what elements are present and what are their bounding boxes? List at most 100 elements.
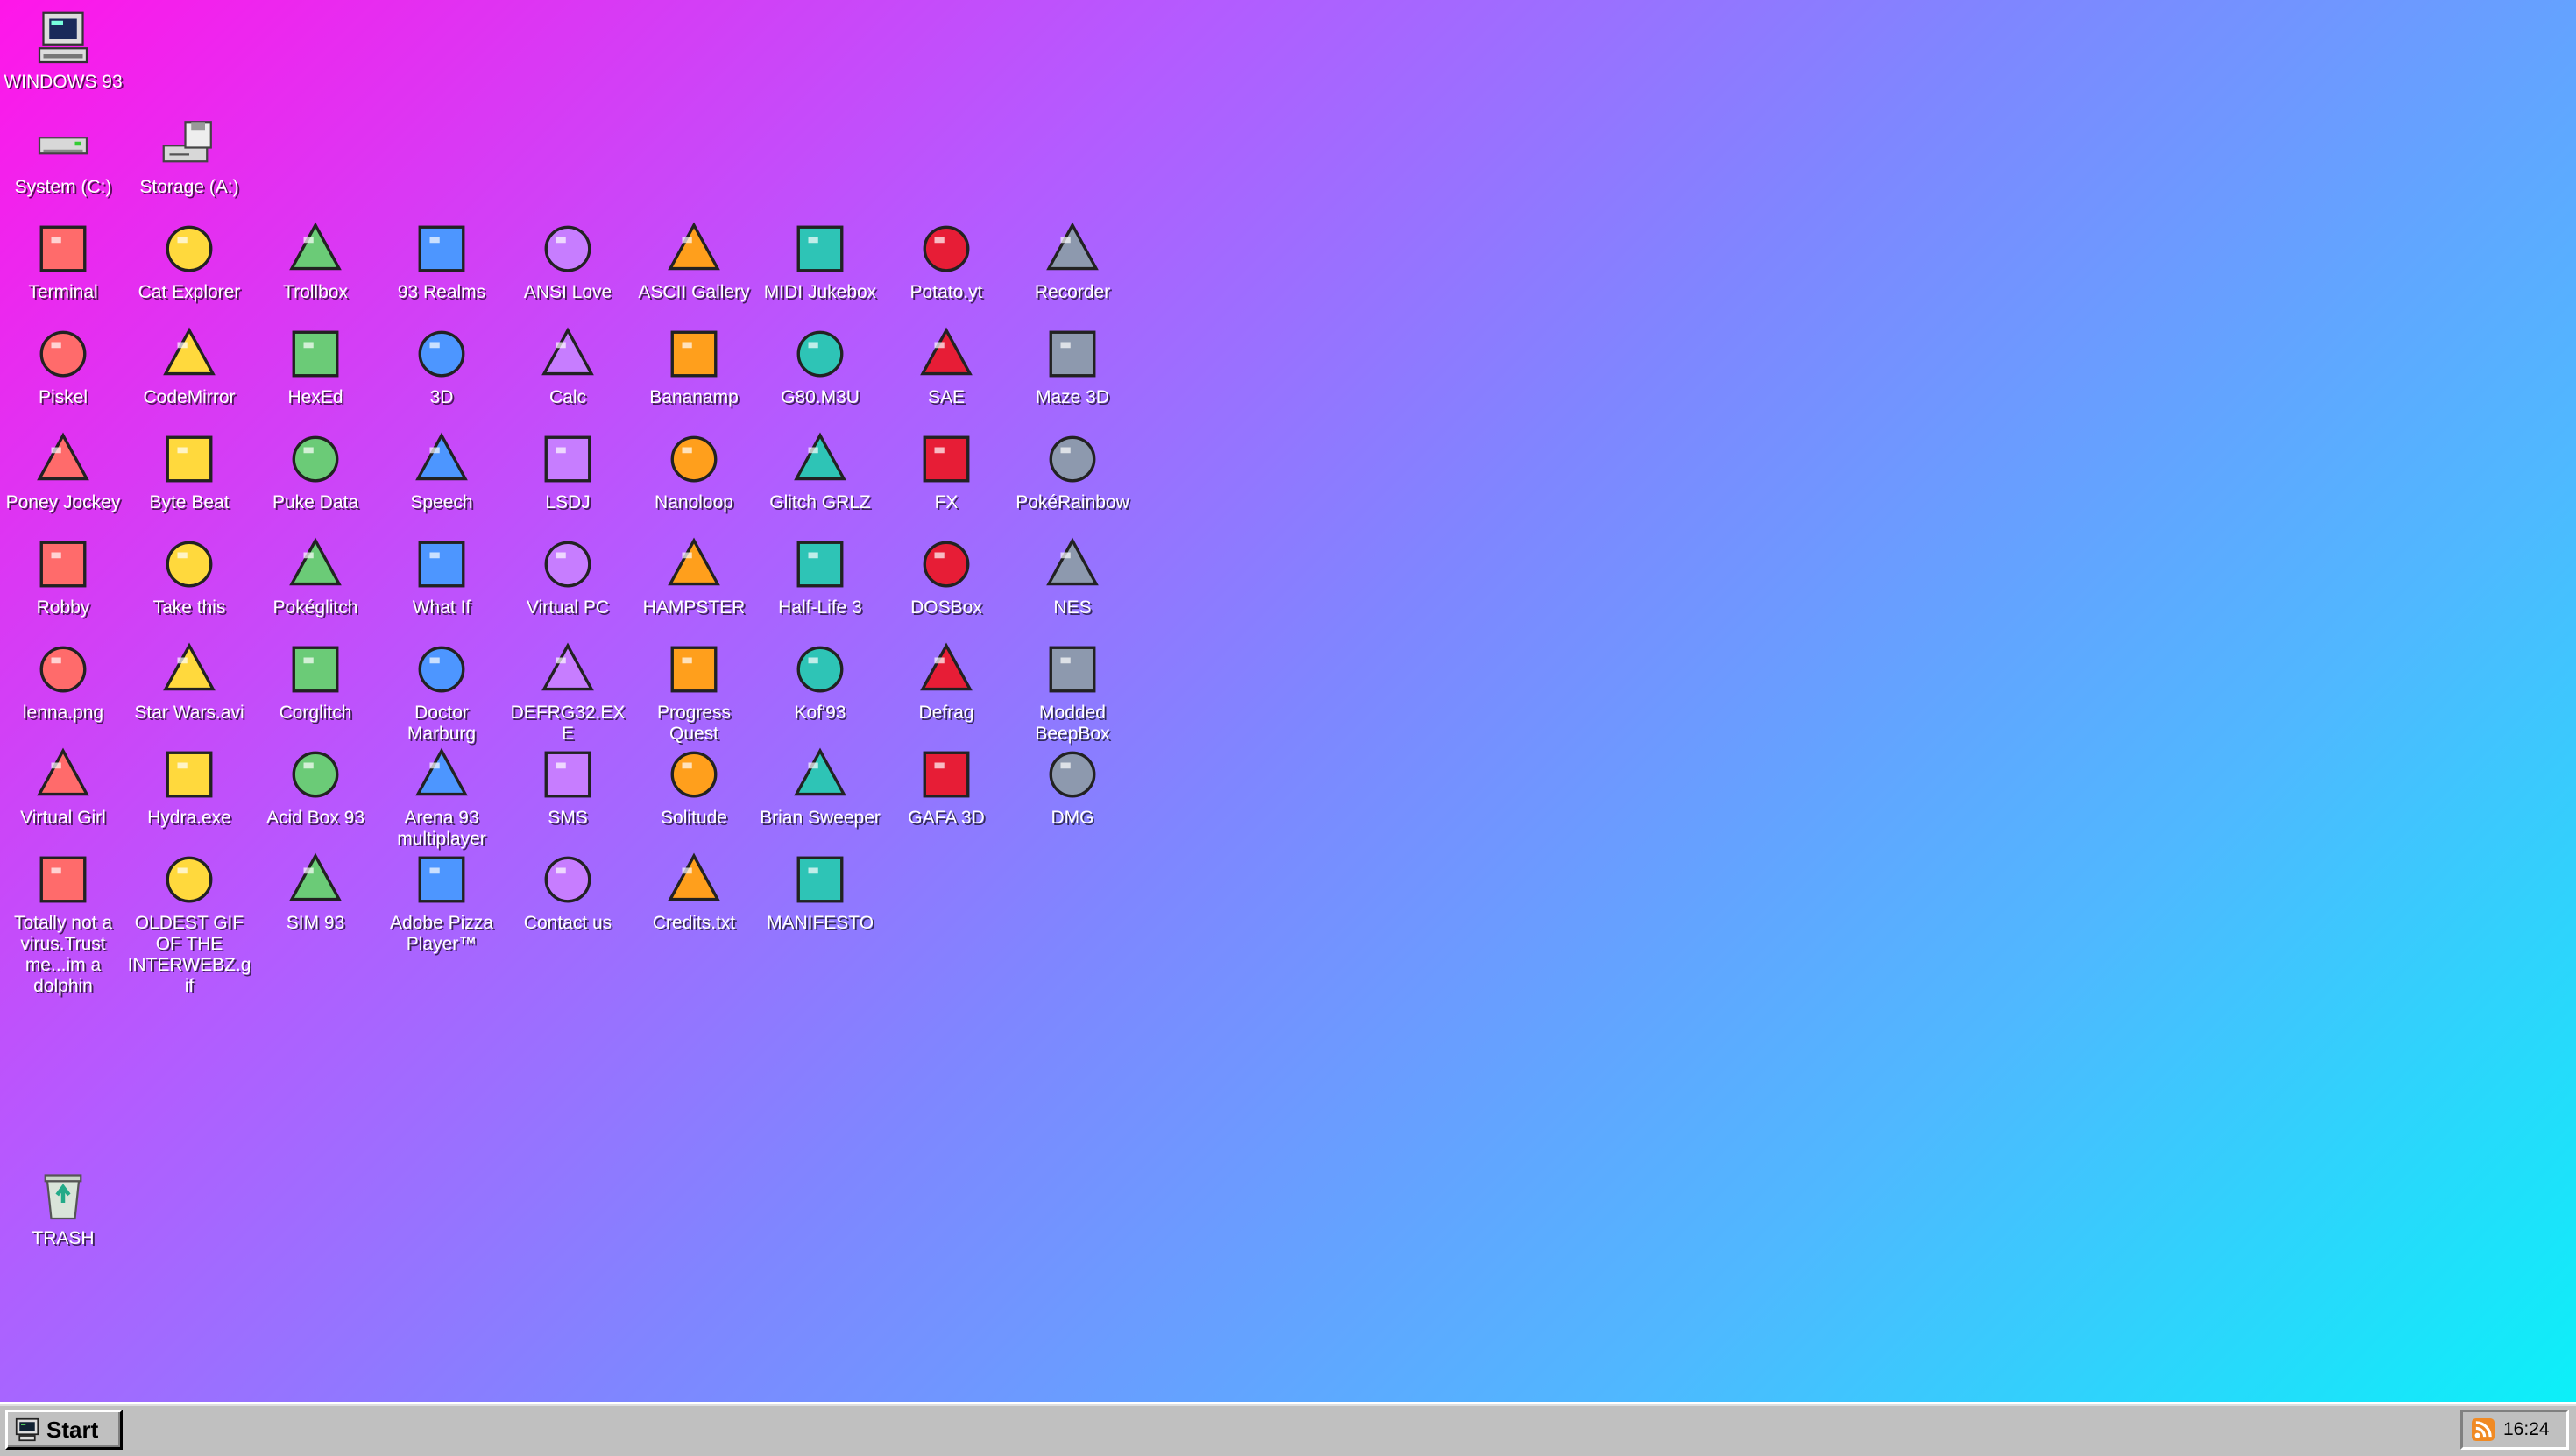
desktop-icon-solitude[interactable]: Solitude — [631, 743, 757, 829]
desktop-icon-93-realms[interactable]: 93 Realms — [379, 217, 505, 303]
icon-label: Trollbox — [283, 282, 348, 302]
desktop-icon-trash[interactable]: TRASH — [0, 1163, 126, 1249]
half-life-3-icon — [796, 541, 844, 588]
desktop-icon-bananamp[interactable]: Bananamp — [631, 322, 757, 408]
desktop-icon-corglitch[interactable]: Corglitch — [252, 638, 379, 724]
start-button[interactable]: Start — [5, 1410, 123, 1450]
terminal-icon — [39, 225, 87, 272]
desktop-icon-progress-quest[interactable]: Progress Quest — [631, 638, 757, 745]
desktop-icon-hampster[interactable]: HAMPSTER — [631, 533, 757, 618]
desktop-icon-virtual-girl[interactable]: Virtual Girl — [0, 743, 126, 829]
icon-label: 93 Realms — [397, 282, 486, 302]
desktop-icon-star-wars-avi[interactable]: Star Wars.avi — [126, 638, 252, 724]
desktop-icon-virtual-pc[interactable]: Virtual PC — [505, 533, 631, 618]
icon-label: Nanoloop — [655, 492, 733, 512]
desktop-icon-poney-jockey[interactable]: Poney Jockey — [0, 428, 126, 513]
desktop-icon-ascii-gallery[interactable]: ASCII Gallery — [631, 217, 757, 303]
desktop-icon-pok-rainbow[interactable]: PokéRainbow — [1009, 428, 1136, 513]
desktop-icon-half-life-3[interactable]: Half-Life 3 — [757, 533, 883, 618]
arena-93-multiplayer-icon — [415, 747, 468, 796]
desktop-icon-pok-glitch[interactable]: Pokéglitch — [252, 533, 379, 618]
desktop-icon-windows-93[interactable]: WINDOWS 93 — [0, 7, 126, 93]
desktop-icon-robby[interactable]: Robby — [0, 533, 126, 618]
desktop-icon-take-this[interactable]: Take this — [126, 533, 252, 618]
desktop-icon-hexed[interactable]: HexEd — [252, 322, 379, 408]
desktop-icon-cat-explorer[interactable]: Cat Explorer — [126, 217, 252, 303]
desktop-icon-gafa-3d[interactable]: GAFA 3D — [883, 743, 1009, 829]
desktop-icon-totally-not-a-virus-trust-me-im-a-dolphin[interactable]: Totally not a virus.Trust me...im a dolp… — [0, 848, 126, 997]
desktop-icon-storage-a[interactable]: Storage (A:) — [126, 112, 252, 198]
desktop-icon-potato-yt[interactable]: Potato.yt — [883, 217, 1009, 303]
desktop-icon-nanoloop[interactable]: Nanoloop — [631, 428, 757, 513]
desktop-icon-credits-txt[interactable]: Credits.txt — [631, 848, 757, 934]
nanoloop-icon — [670, 435, 718, 483]
desktop-icon-speech[interactable]: Speech — [379, 428, 505, 513]
desktop-icon-brian-sweeper[interactable]: Brian Sweeper — [757, 743, 883, 829]
icon-label: Contact us — [523, 913, 612, 933]
sae-icon — [920, 327, 973, 376]
desktop-icon-acid-box-93[interactable]: Acid Box 93 — [252, 743, 379, 829]
desktop-icon-defrag[interactable]: Defrag — [883, 638, 1009, 724]
desktop-icon-dosbox[interactable]: DOSBox — [883, 533, 1009, 618]
desktop-icon-nes[interactable]: NES — [1009, 533, 1136, 618]
progress-quest-icon — [670, 646, 718, 693]
desktop-icon-lsdj[interactable]: LSDJ — [505, 428, 631, 513]
sim-93-icon — [289, 852, 342, 901]
desktop-icon-system-c[interactable]: System (C:) — [0, 112, 126, 198]
icon-label: Adobe Pizza Player™ — [390, 913, 493, 954]
icon-label: Speech — [410, 492, 473, 512]
desktop-icon-sim-93[interactable]: SIM 93 — [252, 848, 379, 934]
desktop-icon-manifesto[interactable]: MANIFESTO — [757, 848, 883, 934]
system-tray: 16:24 — [2460, 1410, 2569, 1450]
icon-label: Poney Jockey — [5, 492, 121, 512]
rss-icon[interactable] — [2472, 1418, 2495, 1441]
desktop-icon-modded-beepbox[interactable]: Modded BeepBox — [1009, 638, 1136, 745]
desktop-icon-3d[interactable]: 3D — [379, 322, 505, 408]
desktop-icon-midi-jukebox[interactable]: MIDI Jukebox — [757, 217, 883, 303]
icon-label: SAE — [927, 387, 966, 407]
dosbox-icon — [923, 541, 970, 588]
cat-explorer-icon — [166, 225, 213, 272]
desktop-icon-trollbox[interactable]: Trollbox — [252, 217, 379, 303]
doctor-marburg-icon — [418, 646, 465, 693]
icon-label: Robby — [36, 597, 90, 618]
desktop-icon-g80-m3u[interactable]: G80.M3U — [757, 322, 883, 408]
hydra-exe-icon — [166, 751, 213, 798]
desktop-icon-sms[interactable]: SMS — [505, 743, 631, 829]
desktop-icon-byte-beat[interactable]: Byte Beat — [126, 428, 252, 513]
icon-label: SMS — [548, 808, 588, 828]
hexed-icon — [292, 330, 339, 378]
desktop-icon-terminal[interactable]: Terminal — [0, 217, 126, 303]
contact-us-icon — [544, 856, 591, 903]
desktop-icon-ansi-love[interactable]: ANSI Love — [505, 217, 631, 303]
desktop-icon-puke-data[interactable]: Puke Data — [252, 428, 379, 513]
icon-label: Hydra.exe — [147, 808, 231, 828]
gafa-3d-icon — [923, 751, 970, 798]
desktop-icon-adobe-pizza-player[interactable]: Adobe Pizza Player™ — [379, 848, 505, 955]
icon-label: Pokéglitch — [272, 597, 358, 618]
desktop-icon-doctor-marburg[interactable]: Doctor Marburg — [379, 638, 505, 745]
desktop-icon-glitch-grlz[interactable]: Glitch GRLZ — [757, 428, 883, 513]
desktop-icon-recorder[interactable]: Recorder — [1009, 217, 1136, 303]
icon-label: Arena 93 multiplayer — [397, 808, 486, 849]
desktop-icon-fx[interactable]: FX — [883, 428, 1009, 513]
desktop-icon-hydra-exe[interactable]: Hydra.exe — [126, 743, 252, 829]
oldest-gif-of-the-interwebz-gif-icon — [166, 856, 213, 903]
desktop-icon-dmg[interactable]: DMG — [1009, 743, 1136, 829]
desktop-icon-calc[interactable]: Calc — [505, 322, 631, 408]
desktop-icon-piskel[interactable]: Piskel — [0, 322, 126, 408]
desktop-icon-sae[interactable]: SAE — [883, 322, 1009, 408]
desktop-icon-oldest-gif-of-the-interwebz-gif[interactable]: OLDEST GIF OF THE INTERWEBZ.gif — [126, 848, 252, 997]
desktop-icon-contact-us[interactable]: Contact us — [505, 848, 631, 934]
desktop-icon-what-if[interactable]: What If — [379, 533, 505, 618]
icon-label: PokéRainbow — [1016, 492, 1129, 512]
icon-label: MANIFESTO — [766, 913, 874, 933]
desktop-icon-lenna-png[interactable]: lenna.png — [0, 638, 126, 724]
desktop-icon-kof-93[interactable]: Kof'93 — [757, 638, 883, 724]
desktop-icon-maze-3d[interactable]: Maze 3D — [1009, 322, 1136, 408]
desktop-icon-defrg32-exe[interactable]: DEFRG32.EXE — [505, 638, 631, 745]
totally-not-a-virus-trust-me-im-a-dolphin-icon — [39, 856, 87, 903]
desktop-icon-codemirror[interactable]: CodeMirror — [126, 322, 252, 408]
poney-jockey-icon — [37, 432, 89, 481]
desktop-icon-arena-93-multiplayer[interactable]: Arena 93 multiplayer — [379, 743, 505, 850]
